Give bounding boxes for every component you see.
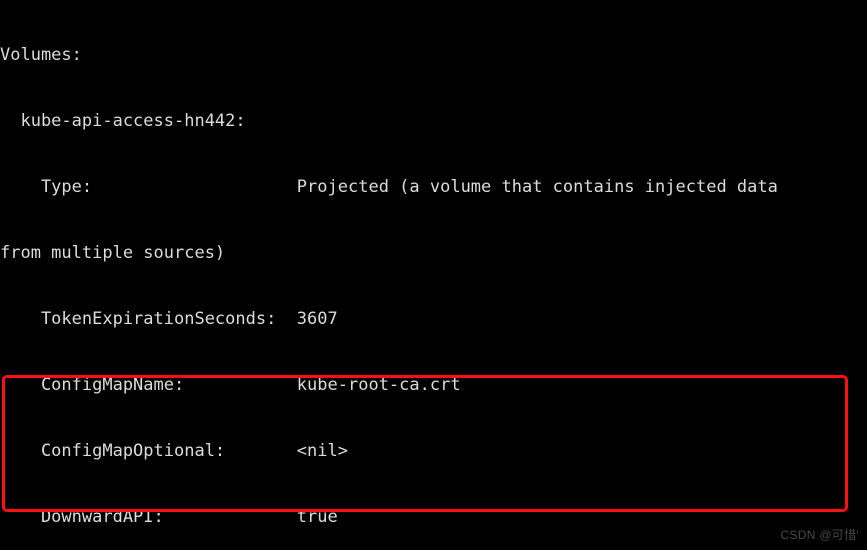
terminal-output: Volumes: kube-api-access-hn442: Type: Pr…	[0, 0, 867, 550]
watermark-text: CSDN @可惜'	[780, 528, 859, 542]
terminal-line: ConfigMapOptional: <nil>	[0, 441, 348, 461]
terminal-window[interactable]: Volumes: kube-api-access-hn442: Type: Pr…	[0, 0, 867, 550]
terminal-line: kube-api-access-hn442:	[0, 111, 246, 131]
terminal-line: from multiple sources)	[0, 243, 226, 263]
terminal-line: TokenExpirationSeconds: 3607	[0, 309, 338, 329]
terminal-line: Volumes:	[0, 45, 82, 65]
terminal-line: DownwardAPI: true	[0, 507, 338, 527]
terminal-line: Type: Projected (a volume that contains …	[0, 177, 778, 197]
terminal-line: ConfigMapName: kube-root-ca.crt	[0, 375, 461, 395]
